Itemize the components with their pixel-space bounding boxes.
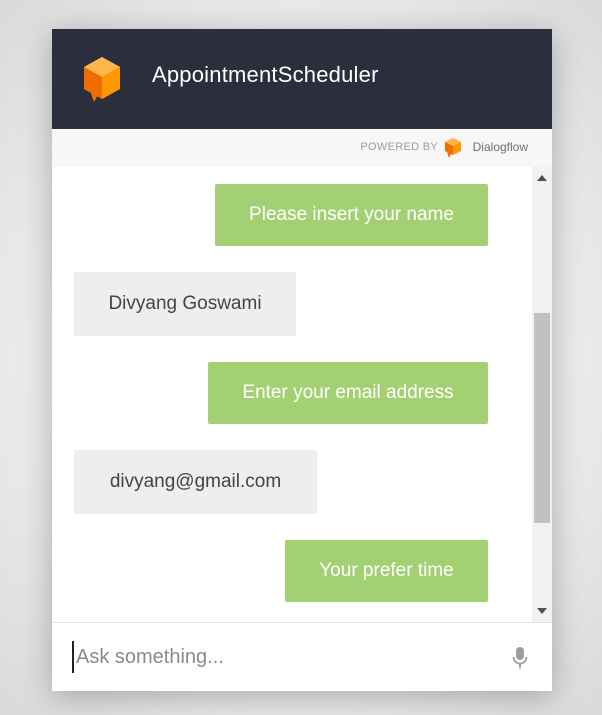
scrollbar-thumb[interactable]	[534, 313, 550, 523]
chat-scrollbar[interactable]	[532, 167, 552, 622]
scroll-up-arrow-icon[interactable]	[537, 175, 547, 181]
microphone-icon[interactable]	[512, 646, 528, 670]
dialogflow-brand-link[interactable]: Dialogflow	[473, 140, 528, 154]
user-message: Divyang Goswami	[74, 272, 296, 336]
bot-message: Please insert your name	[215, 184, 488, 246]
powered-by-label: POWERED BY	[360, 141, 438, 153]
chat-header: AppointmentScheduler	[52, 29, 552, 129]
scroll-down-arrow-icon[interactable]	[537, 608, 547, 614]
message-input[interactable]	[72, 641, 496, 673]
app-title: AppointmentScheduler	[152, 62, 379, 87]
dialogflow-logo-icon[interactable]	[444, 137, 462, 159]
input-bar	[52, 622, 552, 691]
chat-widget: AppointmentScheduler POWERED BY Dialogfl…	[52, 29, 552, 691]
bot-message: Your prefer time	[285, 540, 488, 602]
powered-by-bar: POWERED BY Dialogflow	[52, 129, 552, 167]
user-message: divyang@gmail.com	[74, 450, 317, 514]
dialogflow-cube-icon	[84, 57, 120, 102]
bot-message: Enter your email address	[208, 362, 488, 424]
message-list[interactable]: Please insert your name Divyang Goswami …	[52, 167, 532, 622]
